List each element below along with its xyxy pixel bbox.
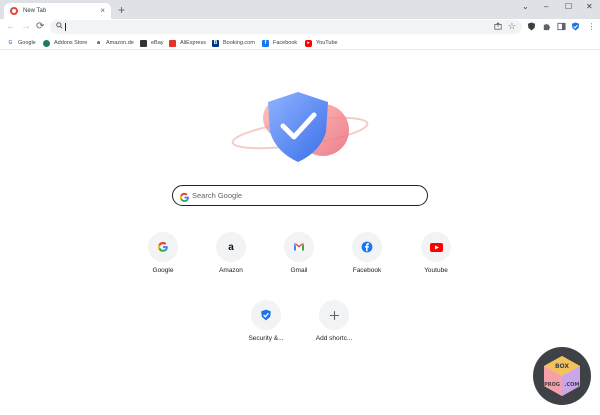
bookmark-star-icon[interactable]: ☆ xyxy=(508,21,516,32)
bookmark-label: eBay xyxy=(151,40,164,46)
security-shield-illustration xyxy=(231,92,369,162)
shortcut-label: Facebook xyxy=(352,267,382,274)
plus-icon xyxy=(319,300,349,330)
ebay-icon xyxy=(140,39,147,47)
side-panel-icon[interactable] xyxy=(557,22,566,31)
add-shortcut-button[interactable]: Add shortc... xyxy=(304,300,364,350)
watermark-right-text: .COM xyxy=(565,382,580,388)
facebook-icon xyxy=(352,232,382,262)
search-placeholder: Search Google xyxy=(192,191,243,200)
google-icon xyxy=(148,232,178,262)
shortcut-label: Add shortc... xyxy=(315,335,353,342)
shortcut-label: Youtube xyxy=(424,267,448,274)
bookmark-google[interactable]: G Google xyxy=(7,38,36,48)
shortcut-youtube[interactable]: Youtube xyxy=(406,232,466,282)
bookmark-label: YouTube xyxy=(316,40,338,46)
shortcut-gmail[interactable]: Gmail xyxy=(269,232,329,282)
bookmark-facebook[interactable]: f Facebook xyxy=(262,38,297,48)
google-search-box[interactable]: Search Google xyxy=(172,185,428,206)
maximize-button[interactable]: ☐ xyxy=(565,2,572,12)
boxprog-watermark-logo: BOX PROG .COM xyxy=(533,347,591,405)
addons-store-icon xyxy=(43,39,50,47)
bookmark-label: Google xyxy=(18,40,36,46)
shortcut-security[interactable]: Security &... xyxy=(236,300,296,350)
shortcut-label: Security &... xyxy=(248,335,284,342)
tab-new-tab[interactable]: New Tab × xyxy=(4,3,111,19)
extension-shield-icon[interactable] xyxy=(527,22,536,31)
shortcut-amazon[interactable]: a Amazon xyxy=(201,232,261,282)
tab-close-icon[interactable]: × xyxy=(100,6,105,15)
aliexpress-icon xyxy=(169,39,176,47)
shortcut-label: Gmail xyxy=(290,267,308,274)
bookmark-addons-store[interactable]: Addons Store xyxy=(43,38,87,48)
more-menu-icon[interactable]: ⋮ xyxy=(587,22,596,31)
shortcut-label: Google xyxy=(152,267,174,274)
facebook-icon: f xyxy=(262,39,269,47)
shortcut-label: Amazon xyxy=(219,267,243,274)
toolbar: ← → ⟳ ☆ ⋮ xyxy=(0,19,600,36)
bookmark-label: Amazon.de xyxy=(106,40,134,46)
tab-title: New Tab xyxy=(23,8,47,14)
security-extension-icon[interactable] xyxy=(571,22,580,31)
youtube-icon: ▸ xyxy=(305,39,312,47)
address-bar[interactable]: ☆ xyxy=(50,20,522,34)
bookmarks-bar: G Google Addons Store a Amazon.de eBay A… xyxy=(0,36,600,50)
tab-search-dropdown-icon[interactable]: ⌄ xyxy=(522,2,529,12)
close-window-button[interactable]: ✕ xyxy=(586,2,593,12)
amazon-icon: a xyxy=(97,39,100,46)
bookmark-booking[interactable]: B Booking.com xyxy=(212,38,255,48)
minimize-button[interactable]: – xyxy=(544,2,548,12)
amazon-icon: a xyxy=(216,232,246,262)
bookmark-label: AliExpress xyxy=(180,40,206,46)
bookmark-youtube[interactable]: ▸ YouTube xyxy=(305,38,338,48)
extensions-puzzle-icon[interactable] xyxy=(542,22,551,31)
shortcut-facebook[interactable]: Facebook xyxy=(337,232,397,282)
tab-strip: New Tab × + ⌄ – ☐ ✕ xyxy=(0,0,600,19)
watermark-left-text: PROG xyxy=(544,382,560,388)
bookmark-amazon[interactable]: a Amazon.de xyxy=(95,38,134,48)
youtube-icon xyxy=(421,232,451,262)
back-button[interactable]: ← xyxy=(6,21,16,33)
text-caret xyxy=(65,23,66,31)
shortcut-google[interactable]: Google xyxy=(133,232,193,282)
google-g-icon xyxy=(179,190,190,208)
bookmark-label: Booking.com xyxy=(223,40,255,46)
shield-icon xyxy=(251,300,281,330)
reload-button[interactable]: ⟳ xyxy=(36,21,44,33)
bookmark-label: Addons Store xyxy=(54,40,88,46)
booking-icon: B xyxy=(212,39,219,47)
new-tab-button[interactable]: + xyxy=(118,4,125,16)
share-icon[interactable] xyxy=(494,22,502,32)
forward-button[interactable]: → xyxy=(21,21,31,33)
gmail-icon xyxy=(284,232,314,262)
google-icon: G xyxy=(8,39,13,46)
chrome-favicon-icon xyxy=(10,7,18,15)
bookmark-aliexpress[interactable]: AliExpress xyxy=(169,38,206,48)
watermark-top-text: BOX xyxy=(555,363,569,370)
search-icon xyxy=(56,22,63,31)
bookmark-label: Facebook xyxy=(273,40,298,46)
browser-window: New Tab × + ⌄ – ☐ ✕ ← → ⟳ ☆ ⋮ G Google A… xyxy=(0,0,600,415)
bookmark-ebay[interactable]: eBay xyxy=(140,38,164,48)
